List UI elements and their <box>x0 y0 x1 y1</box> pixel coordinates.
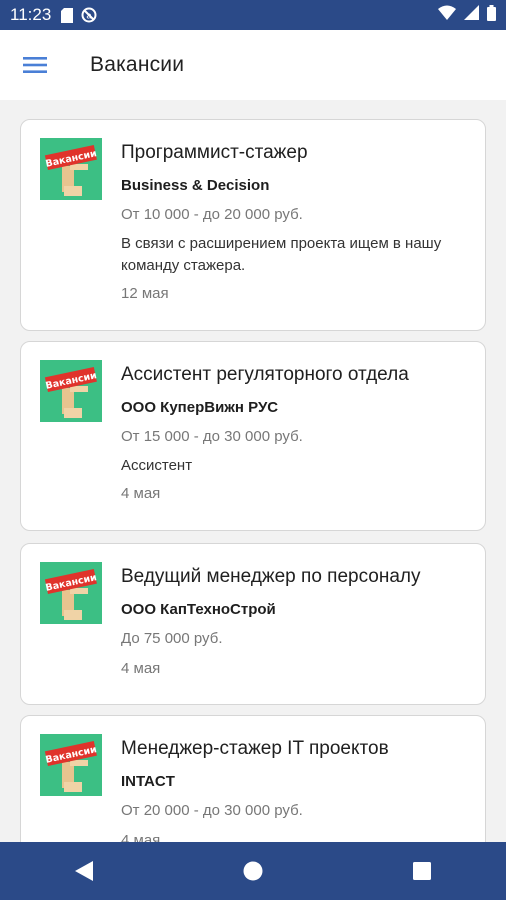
vacancy-card[interactable]: Вакансии Программист-стажер Business & D… <box>20 119 486 331</box>
vacancy-salary: От 10 000 - до 20 000 руб. <box>121 206 303 223</box>
status-bar: 11:23 a <box>0 0 506 30</box>
vacancy-date: 12 мая <box>121 285 169 302</box>
hamburger-menu-icon[interactable] <box>0 30 70 100</box>
back-triangle-icon[interactable] <box>54 842 114 900</box>
app-bar: Вакансии <box>0 30 506 100</box>
vacancy-thumbnail: Вакансии <box>40 734 102 796</box>
vacancy-thumbnail: Вакансии <box>40 360 102 422</box>
vacancy-company: Business & Decision <box>121 177 270 194</box>
vacancy-company: INTACT <box>121 773 175 790</box>
vacancy-description: В связи с расширением проекта ищем в наш… <box>121 235 442 274</box>
vacancy-date: 4 мая <box>121 832 161 842</box>
vacancy-date: 4 мая <box>121 660 161 677</box>
status-time: 11:23 <box>10 5 52 24</box>
vacancy-list[interactable]: Вакансии Программист-стажер Business & D… <box>0 100 506 842</box>
page-title: Вакансии <box>90 53 185 76</box>
vacancy-thumbnail: Вакансии <box>40 562 102 624</box>
vacancy-salary: До 75 000 руб. <box>121 630 223 647</box>
home-circle-icon[interactable] <box>223 842 283 900</box>
battery-icon <box>487 4 496 26</box>
vacancy-card[interactable]: Вакансии Ассистент регуляторного отдела … <box>20 341 486 531</box>
vacancy-thumbnail: Вакансии <box>40 138 102 200</box>
vacancy-card[interactable]: Вакансии Менеджер-стажер IT проектов INT… <box>20 715 486 842</box>
vacancy-salary: От 20 000 - до 30 000 руб. <box>121 802 303 819</box>
wifi-icon <box>438 5 456 25</box>
vacancy-company: ООО КуперВижн РУС <box>121 399 279 416</box>
vacancy-title: Программист-стажер <box>121 142 308 163</box>
vacancy-card[interactable]: Вакансии Ведущий менеджер по персоналу О… <box>20 543 486 705</box>
svg-text:a: a <box>87 12 93 22</box>
vacancy-description: Ассистент <box>121 457 193 474</box>
vacancy-title: Ассистент регуляторного отдела <box>121 364 409 385</box>
vacancy-salary: От 15 000 - до 30 000 руб. <box>121 428 303 445</box>
recents-square-icon[interactable] <box>392 842 452 900</box>
vacancy-title: Менеджер-стажер IT проектов <box>121 738 389 759</box>
sd-card-icon <box>61 7 74 23</box>
blocked-icon: a <box>81 7 97 23</box>
vacancy-title: Ведущий менеджер по персоналу <box>121 566 421 587</box>
vacancy-date: 4 мая <box>121 485 161 502</box>
vacancy-company: ООО КапТехноСтрой <box>121 601 276 618</box>
signal-icon <box>464 5 479 25</box>
navigation-bar <box>0 842 506 900</box>
